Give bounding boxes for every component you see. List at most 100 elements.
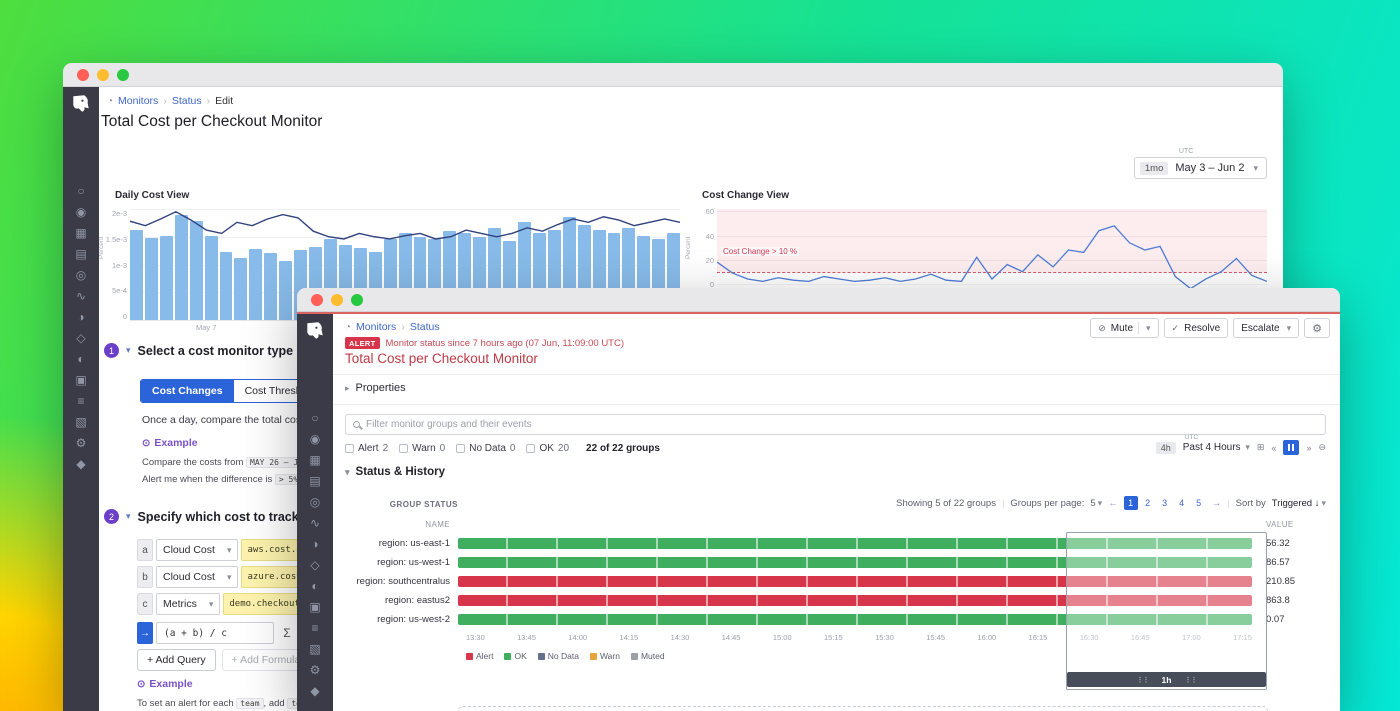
maximize-button[interactable] (117, 69, 129, 81)
data-source-dropdown[interactable]: Cloud Cost (156, 539, 238, 561)
page-5[interactable]: 5 (1192, 496, 1206, 510)
settings-icon[interactable]: ◆ (63, 454, 99, 475)
infrastructure-icon[interactable]: ▤ (63, 244, 99, 265)
legend-alert: Alert (466, 651, 493, 661)
synthetics-icon[interactable]: ◇ (63, 328, 99, 349)
groups-summary: 22 of 22 groups (586, 443, 660, 454)
monitors-icon[interactable]: ◑ (297, 534, 333, 555)
breadcrumb-item-status[interactable]: Status (410, 321, 440, 333)
metrics-icon[interactable]: ∿ (63, 286, 99, 307)
filter-alert[interactable]: Alert2 (345, 443, 388, 454)
integrations-icon[interactable]: ⚙ (63, 433, 99, 454)
filter-no-data[interactable]: No Data0 (456, 443, 515, 454)
dashboards-icon[interactable]: ▦ (297, 450, 333, 471)
minimize-button[interactable] (97, 69, 109, 81)
legend-no-data: No Data (538, 651, 579, 661)
group-status-area: GROUP STATUS NAME VALUE region: us-east-… (345, 520, 1326, 661)
watchdog-icon[interactable]: ◉ (63, 202, 99, 223)
breadcrumb-item-monitors[interactable]: Monitors (118, 95, 158, 107)
breadcrumb-item-monitors[interactable]: Monitors (356, 321, 396, 333)
y-axis-label: Percent (99, 237, 105, 259)
search-input[interactable] (366, 419, 1318, 430)
logs-icon[interactable]: ≡ (297, 618, 333, 639)
search-icon[interactable]: ○ (63, 181, 99, 202)
status-page: Monitors›Status Mute Resolve Escalate (333, 314, 1340, 711)
watchdog-icon[interactable]: ◉ (297, 429, 333, 450)
rum-icon[interactable]: ◐ (297, 576, 333, 597)
close-button[interactable] (77, 69, 89, 81)
checkbox[interactable] (456, 444, 465, 453)
brush-handle[interactable]: 1h (1067, 672, 1266, 687)
page-1[interactable]: 1 (1124, 496, 1138, 510)
escalate-button[interactable]: Escalate (1233, 318, 1299, 338)
sort-select[interactable]: Triggered ↓ (1272, 498, 1326, 509)
mute-button[interactable]: Mute (1090, 318, 1158, 338)
close-button[interactable] (311, 294, 323, 306)
time-range-selector[interactable]: UTC 1mo May 3 – Jun 2 (1134, 157, 1267, 179)
zoom-out-icon[interactable] (1318, 442, 1326, 453)
window-titlebar[interactable] (63, 63, 1283, 87)
sidebar-nav: ○◉▦▤◎∿◑◇◐▣≡▧⚙◆ (63, 87, 99, 711)
monitor-toolbar: Mute Resolve Escalate (1090, 318, 1330, 338)
datadog-logo[interactable] (70, 93, 92, 115)
page-4[interactable]: 4 (1175, 496, 1189, 510)
per-page-select[interactable]: 5 (1090, 498, 1102, 509)
sigma-icon[interactable]: Σ (277, 622, 297, 644)
group-filter-search[interactable] (345, 414, 1326, 435)
security-icon[interactable]: ▣ (297, 597, 333, 618)
next-page-arrow[interactable]: → (1212, 498, 1222, 509)
step2-header[interactable]: 2 ▾ Specify which cost to track (104, 509, 299, 524)
time-brush[interactable]: 1h (1066, 532, 1267, 690)
monitors-icon[interactable]: ◑ (63, 307, 99, 328)
step-back-icon[interactable] (1271, 443, 1276, 453)
filter-count: 0 (440, 443, 446, 454)
filter-label: OK (539, 443, 553, 454)
legend-muted: Muted (631, 651, 665, 661)
tab-cost-changes[interactable]: Cost Changes (141, 380, 234, 402)
add-query-button[interactable]: + Add Query (137, 649, 216, 671)
breadcrumb-item-status[interactable]: Status (172, 95, 202, 107)
notebooks-icon[interactable]: ▧ (297, 639, 333, 660)
datadog-logo[interactable] (304, 320, 326, 342)
time-range-selector[interactable]: UTC Past 4 Hours (1183, 442, 1250, 453)
rum-icon[interactable]: ◐ (63, 349, 99, 370)
step2-title: Specify which cost to track (138, 510, 299, 524)
synthetics-icon[interactable]: ◇ (297, 555, 333, 576)
expand-icon[interactable] (1257, 442, 1265, 453)
step-forward-icon[interactable] (1306, 443, 1311, 453)
chevron-down-icon[interactable]: ▾ (126, 511, 131, 522)
data-source-dropdown[interactable]: Cloud Cost (156, 566, 238, 588)
step1-header[interactable]: 1 ▾ Select a cost monitor type (104, 343, 293, 358)
filter-ok[interactable]: OK20 (526, 443, 569, 454)
notebooks-icon[interactable]: ▧ (63, 412, 99, 433)
checkbox[interactable] (399, 444, 408, 453)
status-history-toggle[interactable]: Status & History (345, 466, 445, 478)
security-icon[interactable]: ▣ (63, 370, 99, 391)
checkbox[interactable] (345, 444, 354, 453)
properties-toggle[interactable]: Properties (345, 382, 406, 394)
time-controls: 4h UTC Past 4 Hours (1156, 440, 1326, 455)
pause-button[interactable] (1283, 440, 1299, 455)
integrations-icon[interactable]: ⚙ (297, 660, 333, 681)
metrics-icon[interactable]: ∿ (297, 513, 333, 534)
formula-input[interactable]: (a + b) / c (156, 622, 274, 644)
search-icon[interactable]: ○ (297, 408, 333, 429)
minimize-button[interactable] (331, 294, 343, 306)
apm-icon[interactable]: ◎ (297, 492, 333, 513)
resolve-button[interactable]: Resolve (1164, 318, 1229, 338)
data-source-dropdown[interactable]: Metrics (156, 593, 220, 615)
page-3[interactable]: 3 (1158, 496, 1172, 510)
chevron-down-icon[interactable]: ▾ (126, 345, 131, 356)
apm-icon[interactable]: ◎ (63, 265, 99, 286)
settings-button[interactable] (1304, 318, 1330, 338)
checkbox[interactable] (526, 444, 535, 453)
infrastructure-icon[interactable]: ▤ (297, 471, 333, 492)
page-2[interactable]: 2 (1141, 496, 1155, 510)
filter-warn[interactable]: Warn0 (399, 443, 445, 454)
settings-icon[interactable]: ◆ (297, 681, 333, 702)
maximize-button[interactable] (351, 294, 363, 306)
logs-icon[interactable]: ≡ (63, 391, 99, 412)
prev-page-arrow[interactable]: ← (1108, 498, 1118, 509)
window-titlebar[interactable] (297, 288, 1340, 312)
dashboards-icon[interactable]: ▦ (63, 223, 99, 244)
